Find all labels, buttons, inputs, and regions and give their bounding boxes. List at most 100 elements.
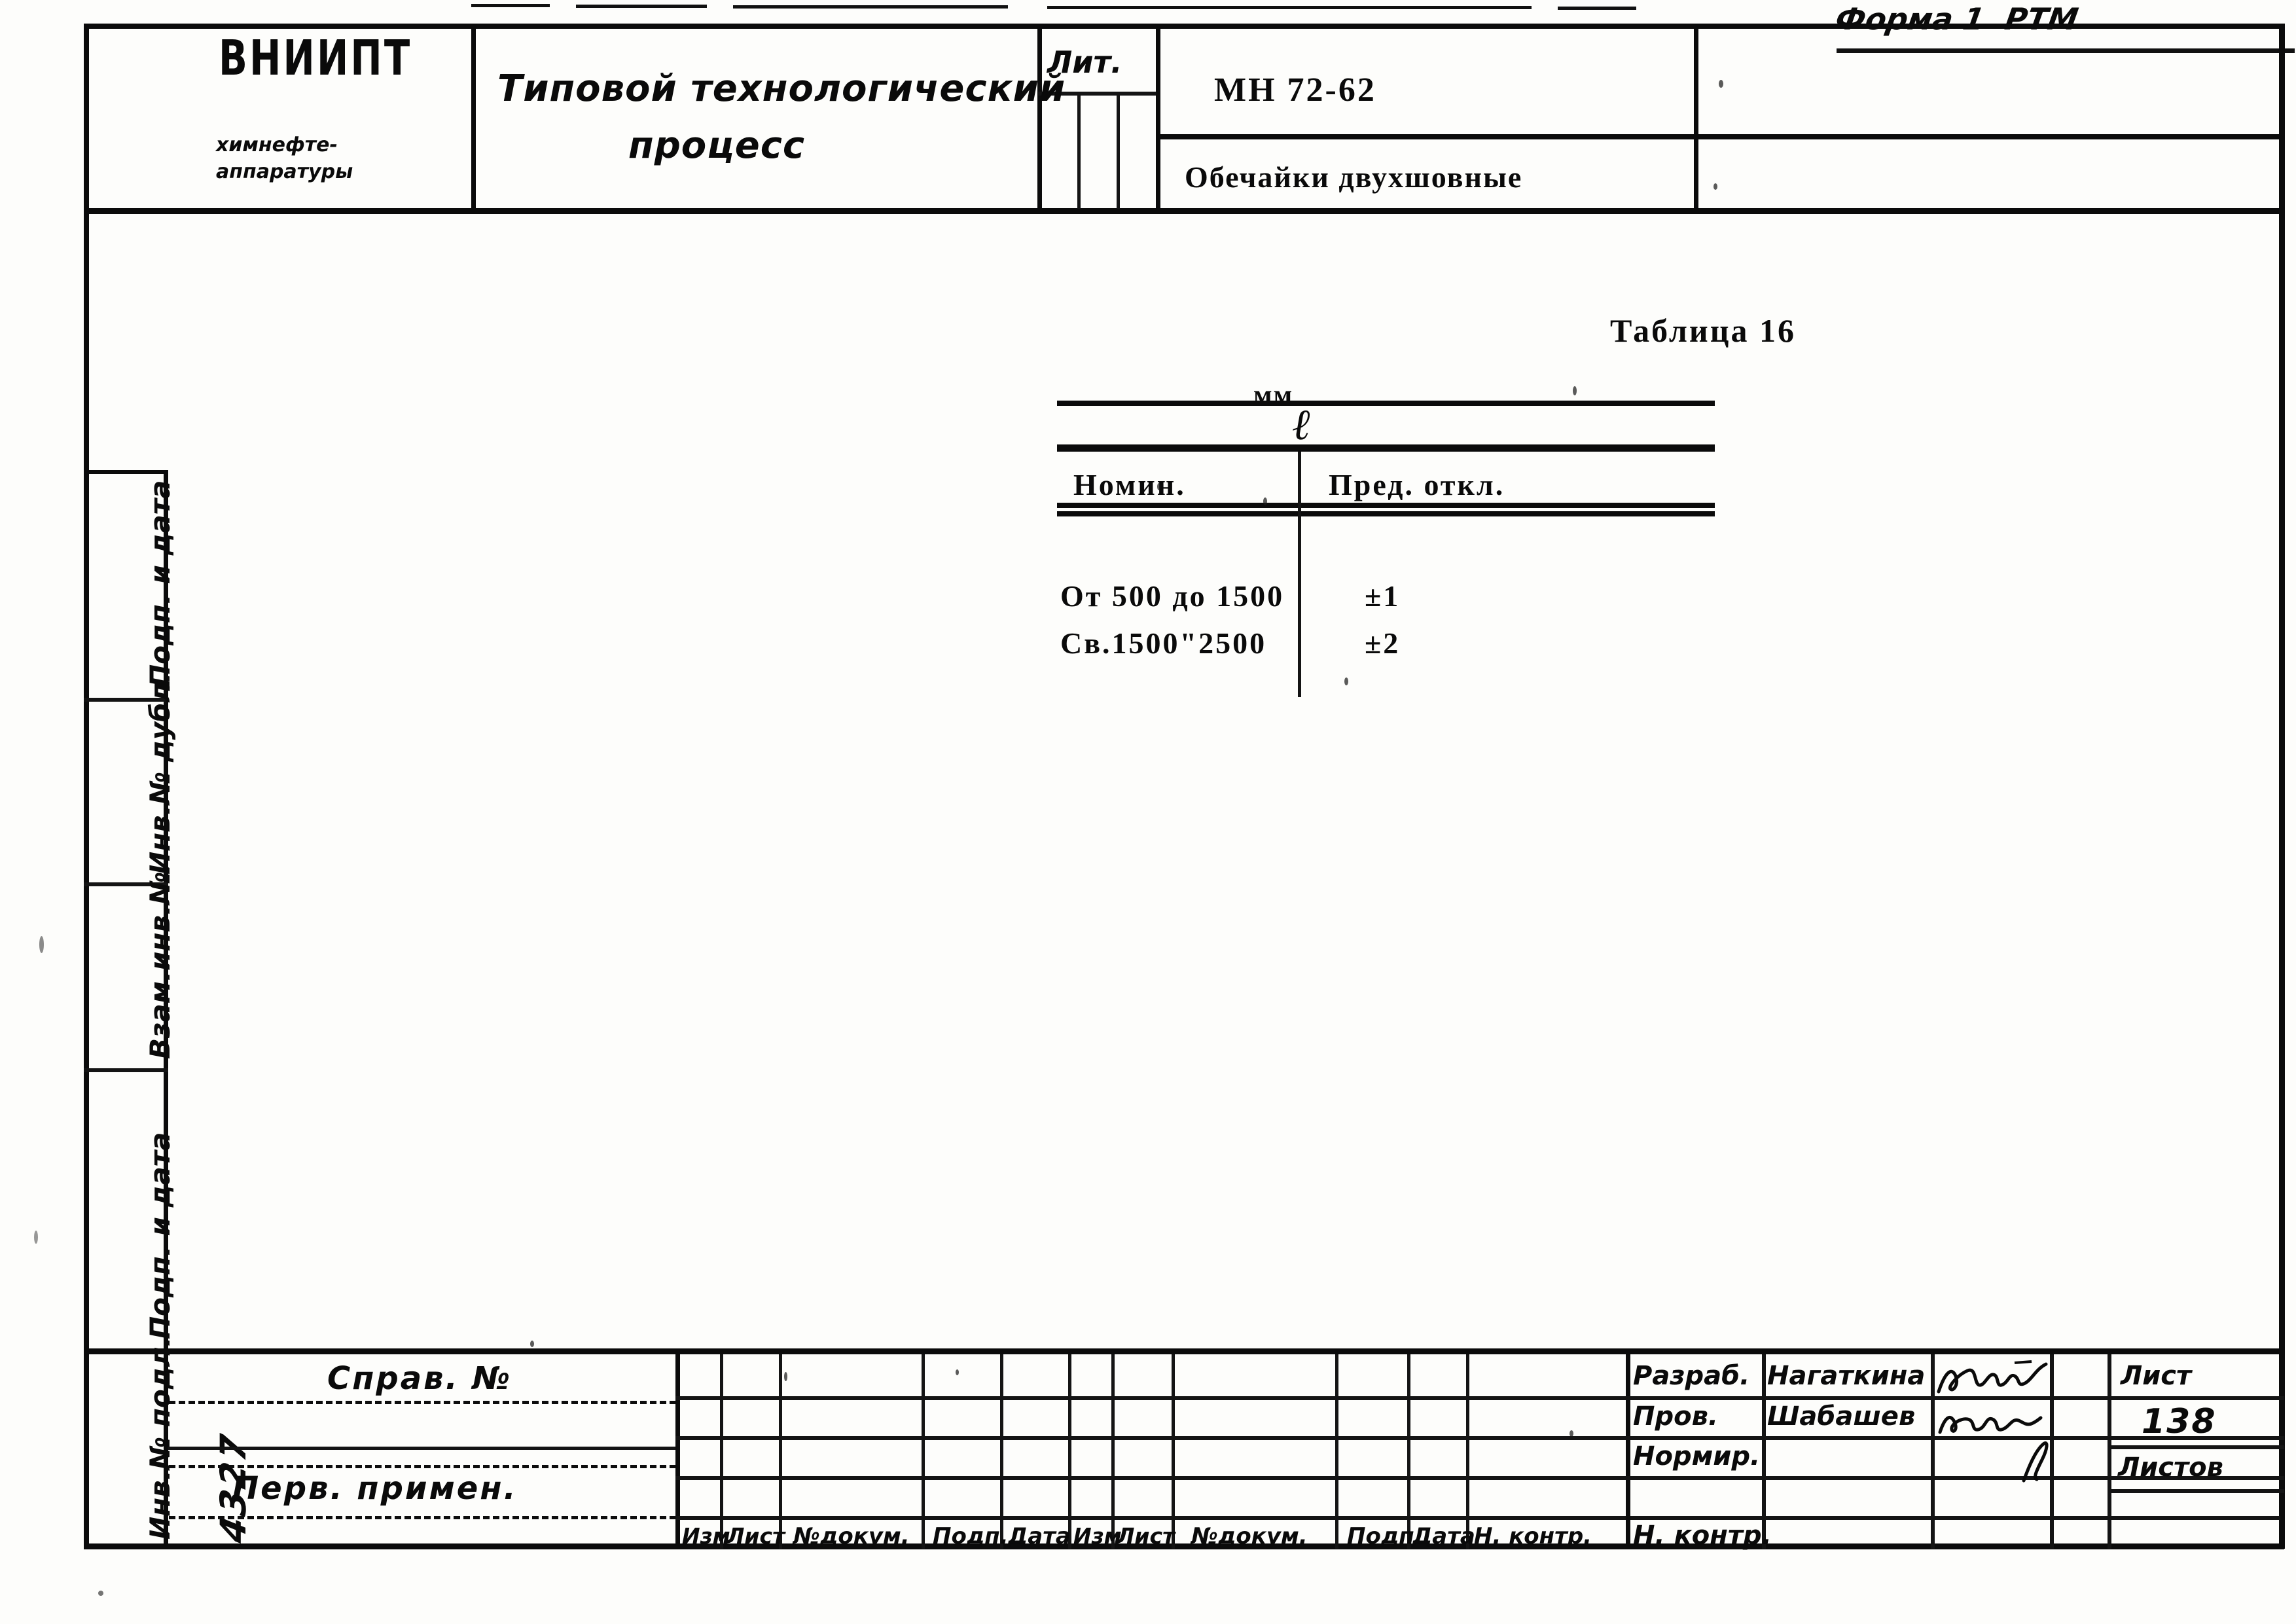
lit-label: Лит.	[1047, 45, 1122, 80]
rev-col-line-1	[720, 1354, 723, 1549]
org-logo: ВНИИПТ	[219, 30, 412, 86]
dash-guide-ref	[169, 1401, 676, 1404]
sig-col-name-sign	[1931, 1354, 1935, 1549]
scan-speck	[1157, 483, 1160, 490]
form-note: Форма 1 РТМ	[1833, 1, 2081, 37]
margin-label-vzam-inv: Взам.инв.№	[144, 871, 176, 1059]
ref-number-label: Справ. №	[327, 1360, 512, 1397]
sig-col-date-sheet	[2108, 1354, 2111, 1549]
scan-speck	[98, 1591, 103, 1596]
lit-cell-div-2	[1117, 96, 1120, 209]
rev-row-line-1	[675, 1396, 1626, 1400]
form-note-underline	[1837, 48, 2295, 53]
part-name: Обечайки двухшовные	[1185, 160, 1523, 194]
rev-col-line-7	[1172, 1354, 1175, 1549]
signature-normir	[2022, 1441, 2049, 1483]
rev-row-line-3	[675, 1476, 1626, 1480]
margin-label-inv-dubl: Инв.№ дубл.	[144, 672, 176, 875]
rev-row-line-2	[675, 1436, 1626, 1440]
crop-tick-far-right	[1558, 7, 1636, 10]
rev-header-podp-1: Подп.	[933, 1523, 1009, 1549]
header-sep-lit	[1156, 24, 1160, 209]
rev-header-izm-1: Изм	[682, 1523, 730, 1549]
header-sep-logo	[471, 24, 476, 209]
sheet-cell-line-1	[2111, 1396, 2284, 1400]
signature-prov	[1938, 1416, 2043, 1434]
dash-guide-firstuse-top	[169, 1465, 676, 1468]
scan-speck	[34, 1231, 38, 1244]
header-mid-rule	[1157, 134, 2284, 139]
scan-speck	[39, 936, 44, 953]
table-rule-mid	[1057, 444, 1715, 452]
scan-speck	[1344, 677, 1348, 685]
bottom-block-top	[84, 1348, 2284, 1354]
sig-role-prov: Пров.	[1633, 1401, 1719, 1432]
header-sep-title	[1037, 24, 1042, 209]
scan-speck	[1263, 497, 1267, 505]
margin-divider-3	[84, 1068, 168, 1072]
rev-col-line-10	[1466, 1354, 1469, 1549]
sheet-cell-line-3	[2111, 1489, 2284, 1493]
table-column-divider	[1298, 452, 1301, 697]
crop-tick-mid2	[733, 5, 1008, 9]
scanned-page: Форма 1 РТМ ВНИИПТ химнефте- аппаратуры …	[0, 0, 2296, 1624]
rev-header-data-2: Дата	[1412, 1523, 1475, 1549]
signature-razrab	[1937, 1360, 2048, 1394]
sheet-number: 138	[2142, 1402, 2217, 1441]
table-caption: Таблица 16	[1610, 312, 1797, 349]
doc-title-line2: процесс	[628, 124, 806, 167]
rev-col-line-6	[1111, 1354, 1115, 1549]
table-rule-top	[1057, 401, 1715, 406]
rev-header-podp-2: Подп.	[1347, 1523, 1423, 1549]
rev-col-line-9	[1407, 1354, 1410, 1549]
margin-strip-top	[84, 470, 168, 474]
table-rule-bottom-1	[1057, 503, 1715, 508]
sig-block-left-edge	[1626, 1354, 1630, 1549]
crop-tick-mid	[576, 5, 707, 8]
lit-cell-div-1	[1077, 96, 1081, 209]
sheets-label: Листов	[2118, 1453, 2223, 1483]
margin-label-podp-data-1: Подп. и дата	[144, 480, 176, 687]
table-col-header-deviation: Пред. откл.	[1329, 468, 1505, 501]
sig-name-razrab: Нагаткина	[1767, 1361, 1926, 1391]
rev-header-izm-2: Изм	[1073, 1523, 1122, 1549]
frame-outer-top	[84, 24, 2284, 29]
frame-outer-bottom	[84, 1543, 2284, 1549]
table-rule-bottom-2	[1057, 511, 1715, 516]
sig-role-n-kontr: Н. контр.	[1633, 1521, 1772, 1551]
rev-header-doc-1: №докум.	[793, 1523, 910, 1549]
table-cell-nominal-0: От 500 до 1500	[1060, 579, 1285, 613]
rev-header-list-1: Лист	[726, 1523, 785, 1549]
dash-guide-firstuse-bot	[169, 1516, 676, 1519]
org-sub-line1: химнефте-	[216, 134, 338, 156]
margin-label-podp-data-2: Подп. и дата	[144, 1132, 176, 1339]
rev-col-line-5	[1068, 1354, 1071, 1549]
rev-row-line-4	[675, 1516, 2280, 1520]
sheet-cell-line-2	[2111, 1445, 2284, 1449]
scan-speck	[1573, 386, 1577, 395]
sig-name-prov: Шабашев	[1767, 1401, 1916, 1432]
standard-code: МН 72-62	[1214, 71, 1376, 109]
scan-speck	[1713, 183, 1717, 190]
margin-label-inv-podl: Инв.№ подл.	[144, 1336, 176, 1540]
rev-col-line-3	[922, 1354, 925, 1549]
rev-col-line-4	[1000, 1354, 1003, 1549]
scan-speck	[784, 1372, 787, 1381]
scan-speck	[530, 1341, 534, 1347]
doc-title-line1: Типовой технологический	[497, 67, 1066, 110]
sheet-label: Лист	[2121, 1361, 2192, 1391]
header-sep-right	[1694, 24, 1698, 209]
sig-col-role-name	[1762, 1354, 1766, 1549]
rev-col-line-2	[779, 1354, 782, 1549]
scan-speck	[956, 1369, 959, 1375]
org-sub-line2: аппаратуры	[216, 160, 353, 183]
sig-role-razrab: Разраб.	[1633, 1361, 1750, 1391]
scan-speck	[1719, 80, 1723, 88]
table-cell-deviation-0: ±1	[1365, 579, 1401, 613]
table-symbol-l: ℓ	[1293, 399, 1312, 450]
table-cell-nominal-1: Св.1500"2500	[1060, 626, 1267, 660]
rev-header-doc-2: №докум.	[1191, 1523, 1308, 1549]
rev-header-data-1: Дата	[1008, 1523, 1071, 1549]
margin-strip-outer	[84, 470, 88, 1549]
table-cell-deviation-1: ±2	[1365, 626, 1401, 660]
